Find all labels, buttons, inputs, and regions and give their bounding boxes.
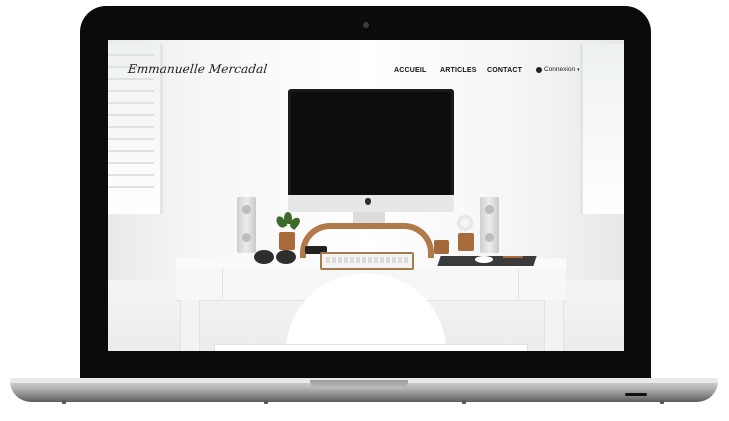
plant-pot xyxy=(279,232,295,250)
laptop-foot xyxy=(62,401,66,404)
headphones xyxy=(254,250,298,264)
webcam-dot xyxy=(363,22,369,28)
lamp-base xyxy=(458,233,474,251)
keyboard xyxy=(320,252,414,270)
laptop-foot xyxy=(264,401,268,404)
user-icon xyxy=(536,66,542,73)
login-dropdown[interactable]: Connexion ▾ xyxy=(536,66,580,73)
desk-leg xyxy=(180,300,200,351)
chevron-down-icon: ▾ xyxy=(577,66,580,73)
nav-link-accueil[interactable]: ACCUEIL xyxy=(394,67,427,74)
laptop-foot xyxy=(462,401,466,404)
desk-leg xyxy=(544,300,564,351)
login-label: Connexion xyxy=(544,66,576,73)
apple-logo-icon xyxy=(365,198,371,205)
content-card-edge xyxy=(214,344,528,351)
mouse xyxy=(475,256,493,263)
laptop-screen: Emmanuelle Mercadal ACCUEIL ARTICLES CON… xyxy=(108,40,624,351)
glass-lamp xyxy=(457,215,473,231)
imac-display xyxy=(288,89,454,201)
imac-chin xyxy=(288,195,454,212)
plant xyxy=(274,212,302,234)
laptop-foot xyxy=(660,401,664,404)
wooden-cup xyxy=(434,240,449,254)
speaker-left xyxy=(237,197,256,253)
window-right xyxy=(580,44,624,214)
nav-link-contact[interactable]: CONTACT xyxy=(487,67,522,74)
site-logo[interactable]: Emmanuelle Mercadal xyxy=(127,62,268,76)
pen xyxy=(503,256,523,258)
speaker-right xyxy=(480,197,499,253)
laptop-opening-notch xyxy=(310,380,408,389)
power-led xyxy=(625,393,647,396)
nav-link-articles[interactable]: ARTICLES xyxy=(440,67,477,74)
